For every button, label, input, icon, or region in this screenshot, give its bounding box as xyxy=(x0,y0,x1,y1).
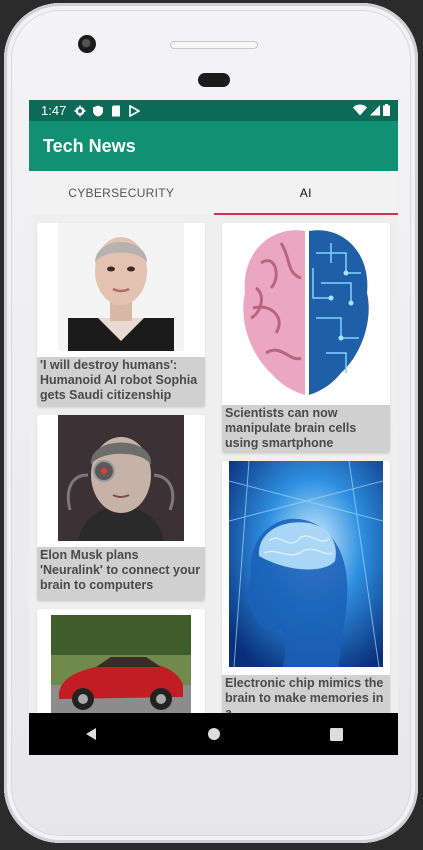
play-icon xyxy=(129,104,141,117)
recents-icon xyxy=(330,727,343,741)
front-camera xyxy=(78,35,96,53)
system-nav-bar xyxy=(29,713,398,755)
red-car-image xyxy=(51,615,191,715)
app-bar: Tech News xyxy=(29,121,398,171)
tab-cybersecurity[interactable]: CYBERSECURITY xyxy=(29,171,214,215)
article-title: Scientists can now manipulate brain cell… xyxy=(222,405,390,453)
news-card[interactable]: Scientists can now manipulate brain cell… xyxy=(222,223,390,453)
blue-brain-head-image xyxy=(229,461,383,667)
earpiece-sensor xyxy=(198,73,230,87)
app-title: Tech News xyxy=(43,135,136,156)
back-icon xyxy=(85,728,96,740)
news-card[interactable]: Electronic chip mimics the brain to make… xyxy=(222,461,390,715)
status-bar: 1:47 xyxy=(29,100,398,121)
top-speaker xyxy=(170,41,258,49)
sophia-robot-image xyxy=(58,223,184,351)
article-title: 'I will destroy humans': Humanoid AI rob… xyxy=(37,357,205,407)
tab-bar: CYBERSECURITY AI xyxy=(29,171,398,215)
tab-ai[interactable]: AI xyxy=(213,171,399,215)
recents-button[interactable] xyxy=(327,724,347,744)
news-card[interactable]: 'I will destroy humans': Humanoid AI rob… xyxy=(37,223,205,407)
sd-card-icon xyxy=(112,105,121,116)
status-time: 1:47 xyxy=(41,103,67,118)
gear-icon xyxy=(74,105,86,116)
home-icon xyxy=(207,728,220,740)
wifi-icon xyxy=(353,104,367,116)
news-card[interactable] xyxy=(37,609,205,715)
battery-icon xyxy=(383,104,390,116)
news-card[interactable]: Elon Musk plans 'Neuralink' to connect y… xyxy=(37,415,205,601)
phone-frame: 1:47 Tech News CYBERSECURITY AI 'I will … xyxy=(4,3,418,843)
signal-icon xyxy=(370,105,380,116)
device-screen: 1:47 Tech News CYBERSECURITY AI 'I will … xyxy=(29,100,398,755)
tab-label: AI xyxy=(299,186,312,200)
borg-face-image xyxy=(58,415,184,541)
article-title: Electronic chip mimics the brain to make… xyxy=(222,675,390,715)
brain-circuit-image xyxy=(231,223,381,401)
home-button[interactable] xyxy=(204,724,224,744)
back-button[interactable] xyxy=(81,724,101,744)
news-feed[interactable]: 'I will destroy humans': Humanoid AI rob… xyxy=(29,215,398,715)
tab-label: CYBERSECURITY xyxy=(68,186,175,200)
shield-icon xyxy=(93,105,104,116)
article-title: Elon Musk plans 'Neuralink' to connect y… xyxy=(37,547,205,601)
